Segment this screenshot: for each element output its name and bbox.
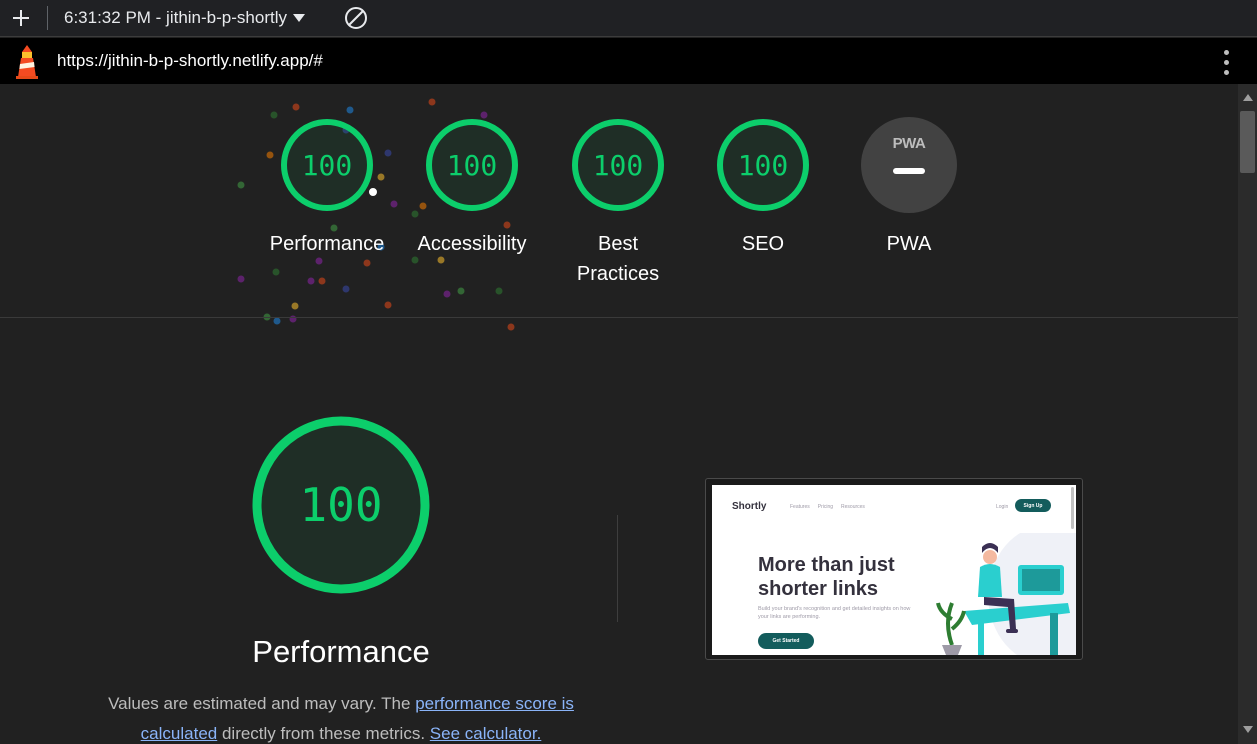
report-url-bar: https://jithin-b-p-shortly.netlify.app/# [0, 38, 1257, 84]
lighthouse-logo-icon [16, 45, 38, 79]
see-calculator-link[interactable]: See calculator. [430, 724, 542, 743]
section-divider [0, 317, 1238, 318]
thumb-scrollbar [1071, 487, 1074, 529]
report-content: 100 Performance 100 Accessibility 100 Be… [0, 84, 1238, 744]
performance-title: Performance [252, 634, 430, 669]
thumb-nav: Features Pricing Resources [790, 504, 865, 510]
devtools-toolbar: 6:31:32 PM - jithin-b-p-shortly [0, 0, 1257, 37]
thumb-subtitle: Build your brand's recognition and get d… [758, 606, 911, 620]
thumb-cta: Get Started [758, 633, 814, 649]
gauge-label: Accessibility [417, 233, 527, 255]
gauge-score: 100 [446, 148, 498, 182]
gauge-score: 100 [301, 148, 353, 182]
final-screenshot[interactable]: Shortly Features Pricing Resources Login… [705, 478, 1083, 660]
performance-gauge-large: 100 [250, 414, 432, 596]
thumb-login: Login [996, 504, 1009, 510]
vertical-scrollbar[interactable] [1238, 84, 1257, 744]
vertical-divider [617, 515, 618, 622]
gauge-label: SEO [741, 233, 785, 255]
cursor-icon [366, 185, 380, 199]
toolbar-divider [47, 6, 48, 30]
gauge-label: Performance [269, 233, 385, 255]
gauge-seo[interactable]: 100 SEO [698, 117, 828, 259]
thumb-nav-item: Resources [841, 504, 865, 510]
thumb-nav-item: Pricing [817, 504, 834, 510]
gauge-score: 100 [592, 148, 644, 182]
scroll-down-icon[interactable] [1243, 726, 1253, 733]
thumb-logo: Shortly [732, 501, 767, 512]
plus-icon [13, 10, 29, 26]
pwa-badge: PWA [861, 117, 957, 213]
scroll-up-icon[interactable] [1243, 94, 1253, 101]
thumb-signup: Sign Up [1015, 499, 1051, 512]
gauge-pwa[interactable]: PWA PWA [844, 117, 974, 259]
gauge-accessibility[interactable]: 100 Accessibility [407, 117, 537, 259]
working-person-illustration-icon [936, 533, 1076, 655]
dropdown-caret-icon [292, 14, 305, 22]
note-prefix: Values are estimated and may vary. The [108, 694, 416, 713]
performance-score: 100 [299, 478, 383, 532]
scroll-thumb[interactable] [1240, 111, 1255, 173]
clear-ban-icon[interactable] [343, 5, 369, 31]
gauge-score: 100 [737, 148, 789, 182]
note-middle: directly from these metrics. [217, 724, 430, 743]
report-session-label: 6:31:32 PM - jithin-b-p-shortly [64, 8, 287, 27]
report-url[interactable]: https://jithin-b-p-shortly.netlify.app/# [57, 51, 323, 71]
gauge-label: PWA [886, 233, 932, 255]
thumb-nav-item: Features [790, 504, 810, 510]
report-session-select[interactable]: 6:31:32 PM - jithin-b-p-shortly [64, 7, 305, 29]
gauge-best-practices[interactable]: 100 Best Practices [553, 117, 683, 289]
screenshot-image: Shortly Features Pricing Resources Login… [712, 485, 1076, 655]
pwa-badge-text: PWA [892, 135, 926, 152]
new-report-button[interactable] [8, 5, 34, 31]
gauge-label: Best Practices [576, 233, 660, 285]
more-options-icon[interactable] [1215, 48, 1237, 76]
performance-note: Values are estimated and may vary. The p… [80, 689, 602, 744]
pwa-dash-icon [893, 168, 925, 174]
